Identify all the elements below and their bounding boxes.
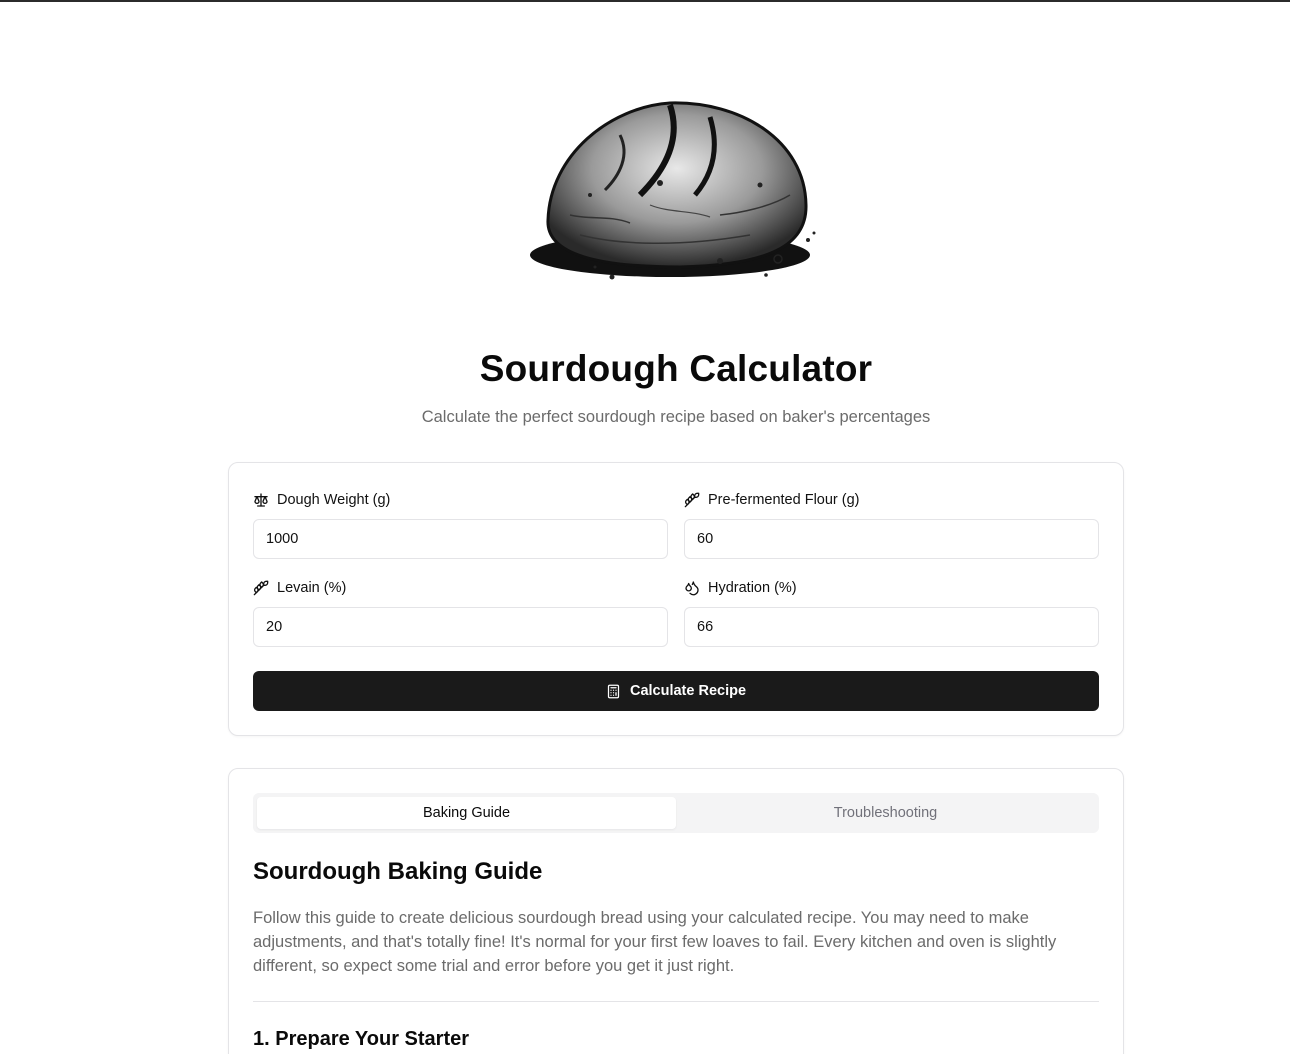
scale-icon [254,493,268,507]
pre-fermented-flour-input[interactable] [684,519,1099,559]
calculate-recipe-button-label: Calculate Recipe [629,683,747,699]
tab-troubleshooting[interactable]: Troubleshooting [676,797,1095,829]
dough-weight-label-text: Dough Weight (g) [277,492,391,508]
levain-label: Levain (%) [253,580,346,596]
tab-baking-guide[interactable]: Baking Guide [257,797,676,829]
calculator-icon [607,684,620,698]
calculate-recipe-button[interactable]: Calculate Recipe [253,671,1099,711]
page: Sourdough Calculator Calculate the perfe… [0,0,1290,1054]
hydration-input[interactable] [684,607,1099,647]
page-subtitle: Calculate the perfect sourdough recipe b… [421,408,931,426]
hydration-label-text: Hydration (%) [708,580,797,596]
guide-card: Baking Guide Troubleshooting Sourdough B… [228,768,1124,1054]
pre-fermented-flour-label: Pre-fermented Flour (g) [684,492,860,508]
bread-loaf-illustration [530,101,816,280]
calculator-card: Dough Weight (g) Pre-fermented Flour (g) [228,462,1124,736]
levain-input[interactable] [253,607,668,647]
hydration-label: Hydration (%) [684,580,797,596]
guide-intro: Follow this guide to create delicious so… [253,909,1057,975]
droplets-icon [685,581,699,596]
pre-fermented-flour-label-text: Pre-fermented Flour (g) [708,492,860,508]
wheat-icon [253,580,269,596]
divider [253,1001,1099,1002]
guide-tabs: Baking Guide Troubleshooting [253,793,1099,833]
top-border [0,0,1290,2]
step-heading: 1. Prepare Your Starter [253,1028,470,1050]
page-title: Sourdough Calculator [479,348,873,389]
dough-weight-label: Dough Weight (g) [253,492,390,508]
guide-heading: Sourdough Baking Guide [253,858,543,885]
levain-label-text: Levain (%) [277,580,347,596]
wheat-icon [684,492,700,508]
dough-weight-input[interactable] [253,519,668,559]
